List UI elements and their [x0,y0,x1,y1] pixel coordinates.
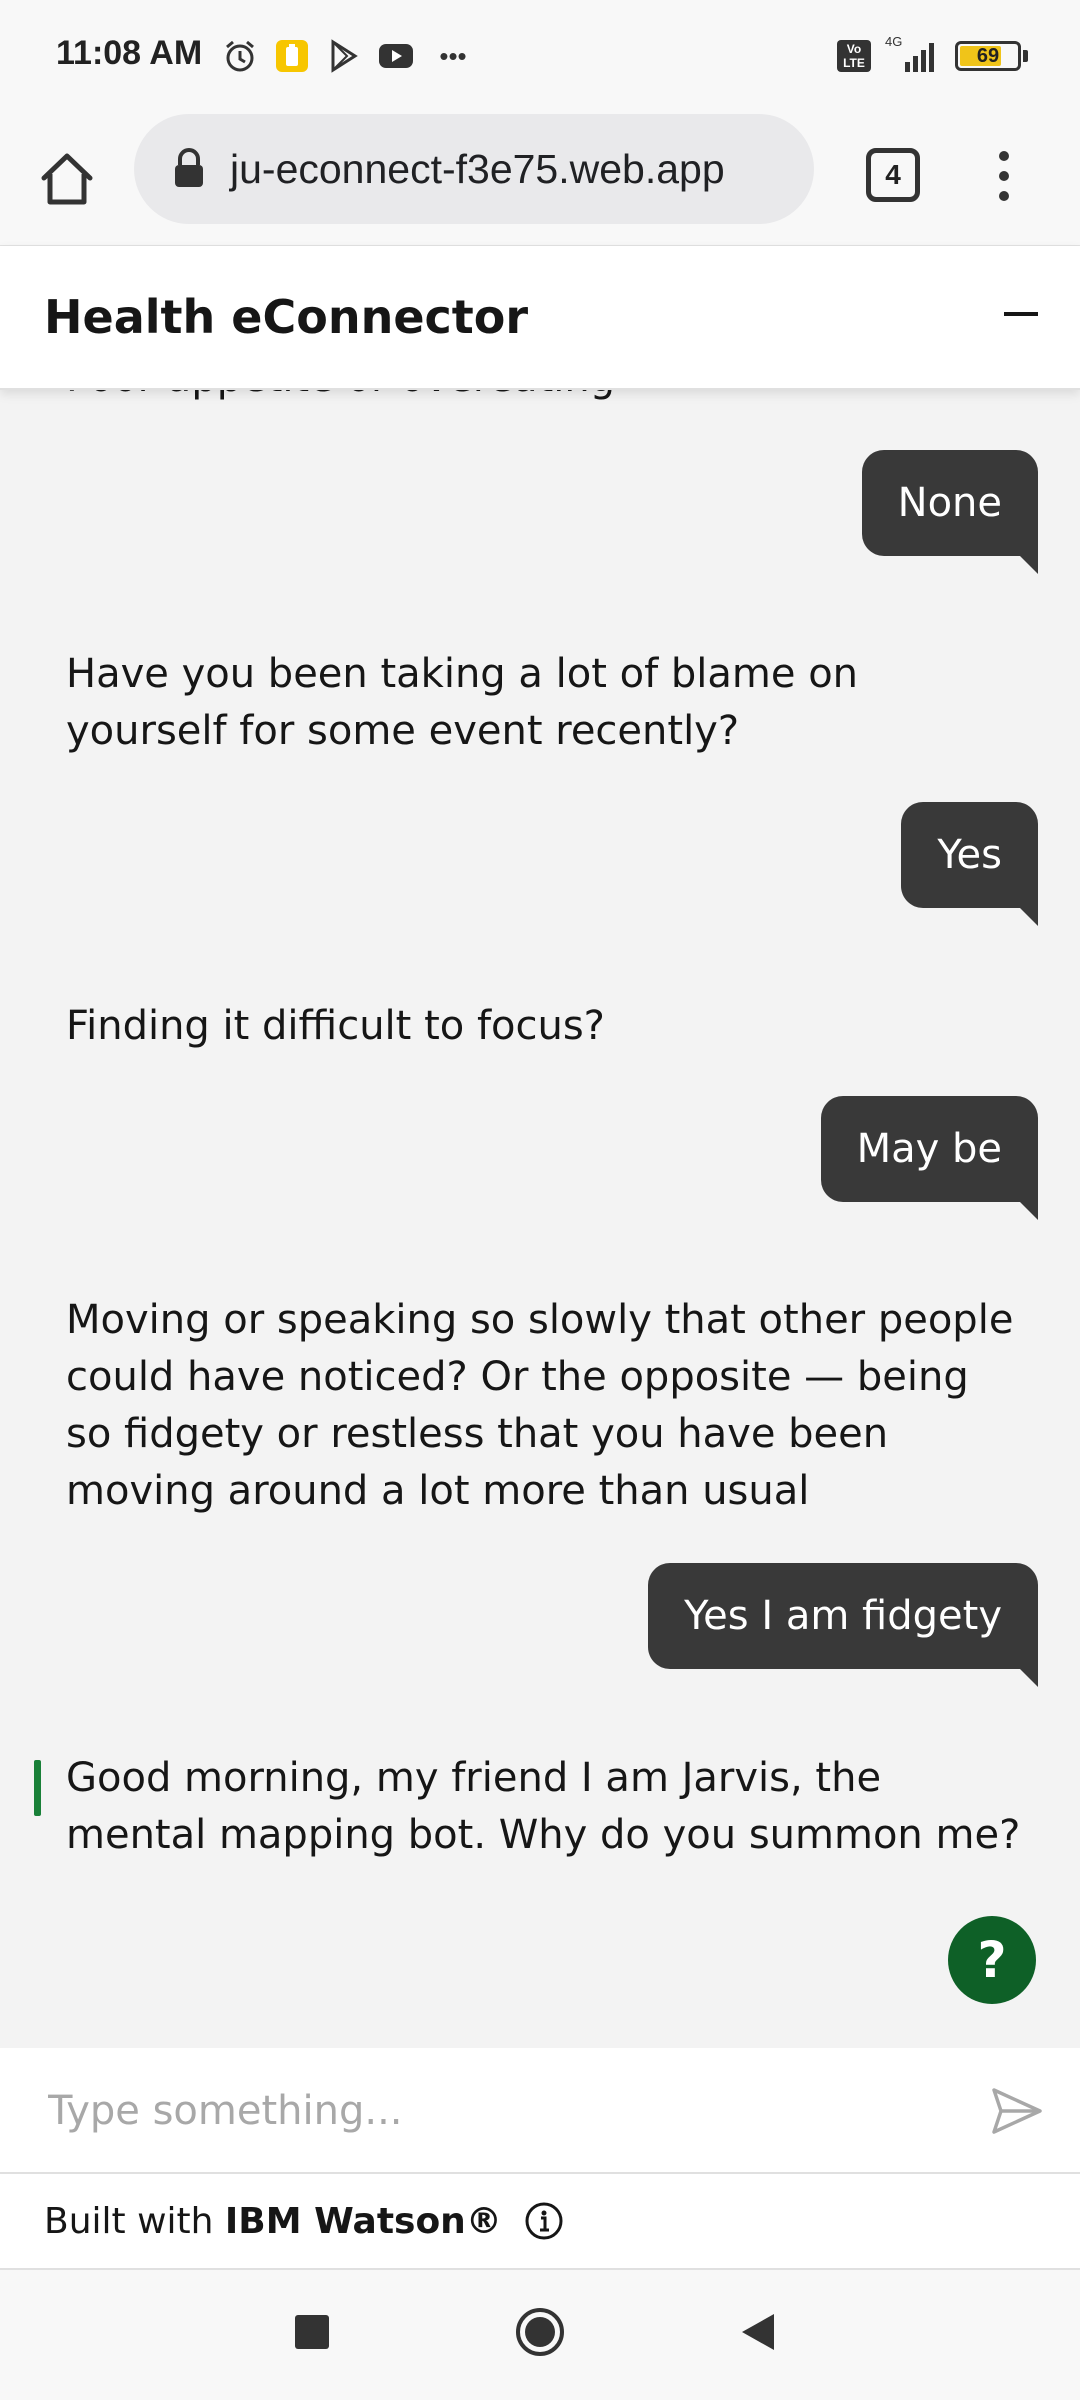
latest-message-indicator [34,1760,41,1816]
chat-history[interactable]: Poor appetite or overeating None Have yo… [0,390,1080,2048]
help-button[interactable]: ? [948,1916,1036,2004]
user-message: Yes [901,802,1038,926]
home-icon [41,153,93,205]
info-icon [525,2202,563,2240]
info-button[interactable] [524,2201,564,2241]
battery-icon: 69 [955,41,1021,71]
lock-icon [175,148,203,187]
browser-menu-button[interactable] [984,146,1024,206]
system-home-button[interactable] [514,2306,566,2358]
bot-message: Poor appetite or overeating [66,390,1026,407]
signal-icon: 4G [885,34,941,74]
volte-icon: Vo LTE [837,40,871,72]
recents-button[interactable] [295,2315,329,2349]
message-input[interactable] [0,2048,960,2174]
message-composer [0,2048,1080,2174]
bot-message: Have you been taking a lot of blame on y… [66,651,859,754]
status-bar: 11:08 AM ••• Vo LTE 4G 69 [0,0,1080,112]
circle-home-icon [516,2308,564,2356]
battery-saver-app-icon [274,38,310,74]
user-message: Yes I am fidgety [648,1563,1038,1687]
battery-level: 69 [976,44,1000,67]
bot-message: Good morning, my friend I am Jarvis, the… [66,1755,1021,1858]
chat-title: Health eConnector [44,290,529,344]
back-triangle-icon [742,2314,774,2350]
play-store-icon [326,38,362,74]
battery-indicator: 69 [955,41,1028,71]
system-back-button[interactable] [740,2312,776,2352]
send-button[interactable] [990,2084,1044,2138]
chat-header: Health eConnector [0,246,1080,390]
footer-text: Built with IBM Watson® [44,2201,502,2242]
tab-switcher-button[interactable]: 4 [866,148,920,202]
youtube-icon [378,38,414,74]
system-icons: Vo LTE 4G 69 [837,34,1028,76]
url-text: ju-econnect-f3e75.web.app [230,145,725,192]
powered-by-footer: Built with IBM Watson® [0,2174,1080,2270]
status-time: 11:08 AM [56,34,203,72]
more-notifications-icon: ••• [439,40,467,71]
bot-message: Finding it difficult to focus? [66,1003,605,1049]
footer-brand: IBM Watson® [224,2200,502,2242]
alarm-icon [222,38,258,74]
footer-prefix: Built with [44,2200,225,2242]
send-icon [992,2088,1042,2134]
user-message: None [861,450,1039,574]
system-nav-bar [0,2270,1080,2400]
more-vert-icon [999,151,1009,201]
bot-message: Moving or speaking so slowly that other … [66,1297,1014,1514]
browser-toolbar: ju-econnect-f3e75.web.app 4 [0,112,1080,246]
minimize-button[interactable] [1004,312,1038,316]
address-bar[interactable]: ju-econnect-f3e75.web.app [134,114,814,224]
home-button[interactable] [36,148,98,210]
user-message: May be [820,1096,1039,1220]
notification-icons: ••• [222,36,476,76]
